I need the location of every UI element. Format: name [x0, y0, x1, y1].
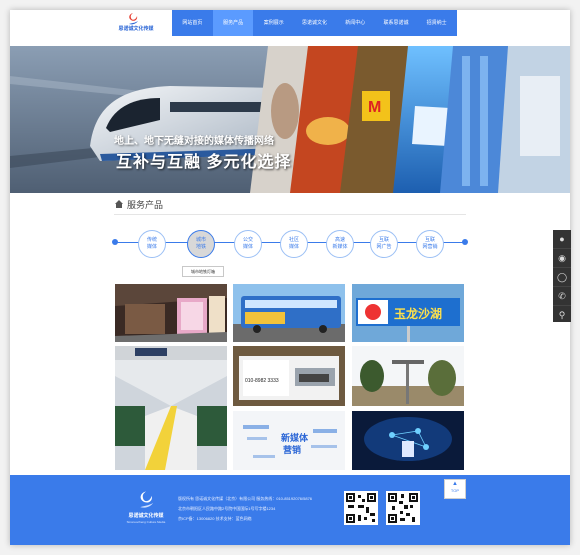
page: 思诺诚文化传媒 网站首页 服务产品 案例展示 思诺诚文化 新闻中心 联系思诺诚 …: [10, 10, 570, 545]
billboard-lake-image: 玉龙沙湖: [352, 284, 464, 342]
category-highway-new-media[interactable]: 高速 新媒体: [326, 230, 354, 258]
nav-item-cases[interactable]: 案例展示: [253, 10, 294, 36]
category-internet-ads[interactable]: 互联 网广告: [370, 230, 398, 258]
poster-phone: 010-8982 3333: [245, 378, 279, 384]
footer-address: 北京市朝阳区人民路中路2号院中国国际1号写字楼1234: [178, 506, 276, 511]
logo-swirl-icon: [126, 12, 140, 26]
logo-name: 思诺诚文化传媒: [118, 26, 154, 32]
home-icon: [115, 200, 123, 208]
tile-bridge-billboard[interactable]: [352, 346, 464, 406]
footer-logo-swirl-icon: [140, 491, 154, 508]
nav-item-home[interactable]: 网站首页: [172, 10, 213, 36]
tile-subway-platform[interactable]: [115, 346, 227, 470]
logo[interactable]: 思诺诚文化传媒: [106, 12, 166, 34]
category-traditional-media[interactable]: 传统 媒体: [138, 230, 166, 258]
footer-logo-name: 思诺诚文化传媒: [128, 513, 164, 519]
phone-icon[interactable]: ✆: [553, 287, 571, 306]
subway-platform-image: [115, 346, 227, 470]
tile-subway-lightbox[interactable]: [115, 284, 227, 342]
digital-network-image: [352, 411, 464, 470]
category-bus-media[interactable]: 公交 媒体: [234, 230, 262, 258]
nav-item-contact[interactable]: 联系思诺诚: [376, 10, 417, 36]
banner-tagline: 地上、地下无缝对接的媒体传播网络: [114, 136, 274, 147]
main-nav: 网站首页 服务产品 案例展示 思诺诚文化 新闻中心 联系思诺诚 招贤纳士: [172, 10, 457, 36]
nav-item-news[interactable]: 新闻中心: [335, 10, 376, 36]
banner-headline: 互补与互融 多元化选择: [116, 154, 292, 171]
location-icon[interactable]: ⚲: [553, 306, 571, 324]
header: 思诺诚文化传媒 网站首页 服务产品 案例展示 思诺诚文化 新闻中心 联系思诺诚 …: [10, 10, 570, 36]
community-poster-image: 010-8982 3333: [233, 346, 345, 406]
timeline-start-dot: [112, 239, 118, 245]
qr-code-icon: [388, 493, 418, 523]
footer-logo-sub: Sinonuocheng Culture Media: [126, 520, 166, 524]
category-community-media[interactable]: 社区 媒体: [280, 230, 308, 258]
category-internet-marketing[interactable]: 互联 网营销: [416, 230, 444, 258]
footer: 思诺诚文化传媒 Sinonuocheng Culture Media 版权所有 …: [10, 475, 570, 545]
tile-billboard-lake[interactable]: 玉龙沙湖: [352, 284, 464, 342]
cloud-word-1: 新媒体: [281, 432, 309, 443]
nav-item-services[interactable]: 服务产品: [212, 10, 254, 36]
qq-icon[interactable]: ◯: [553, 268, 571, 287]
footer-logo[interactable]: 思诺诚文化传媒 Sinonuocheng Culture Media: [118, 490, 174, 530]
bridge-billboard-image: [352, 346, 464, 406]
weibo-icon[interactable]: ◉: [553, 249, 571, 268]
back-to-top-button[interactable]: ▲ TOP: [444, 479, 466, 499]
qr-code-2: [386, 491, 420, 525]
wechat-icon[interactable]: ●: [553, 230, 571, 249]
nav-item-jobs[interactable]: 招贤纳士: [416, 10, 457, 36]
section-title: 服务产品: [127, 199, 164, 210]
divider: [114, 214, 466, 215]
qr-code-1: [344, 491, 378, 525]
cloud-word-2: 营销: [283, 444, 301, 455]
word-cloud-image: 新媒体 营销: [233, 411, 345, 470]
subway-lightbox-image: [115, 284, 227, 342]
hero-banner[interactable]: M 地上、地下无缝对接的媒体传播网络 互补与互融 多元化选择: [10, 36, 570, 193]
bus-ad-image: [233, 284, 345, 342]
section-header: 服务产品: [114, 196, 163, 212]
chevron-up-icon: ▲: [452, 481, 458, 487]
active-category-label: 城市地铁灯箱: [182, 266, 224, 277]
tile-word-cloud[interactable]: 新媒体 营销: [233, 411, 345, 470]
svg-text:M: M: [368, 99, 381, 116]
tile-digital-network[interactable]: [352, 411, 464, 470]
tile-bus-ad[interactable]: [233, 284, 345, 342]
nav-item-culture[interactable]: 思诺诚文化: [294, 10, 335, 36]
footer-copyright: 版权所有 思诺诚文化传媒（北京）有限公司 服务热线：010-85192076/5…: [178, 496, 313, 501]
billboard-text: 玉龙沙湖: [394, 306, 442, 321]
qr-code-icon: [346, 493, 376, 523]
tile-community-poster[interactable]: 010-8982 3333: [233, 346, 345, 406]
side-contact-bar: ● ◉ ◯ ✆ ⚲: [553, 230, 571, 322]
footer-icp: 京ICP备：13006820 技术支持：蓝色网络: [178, 516, 252, 521]
timeline-end-dot: [462, 239, 468, 245]
category-city-subway[interactable]: 城市 地铁: [187, 230, 215, 258]
